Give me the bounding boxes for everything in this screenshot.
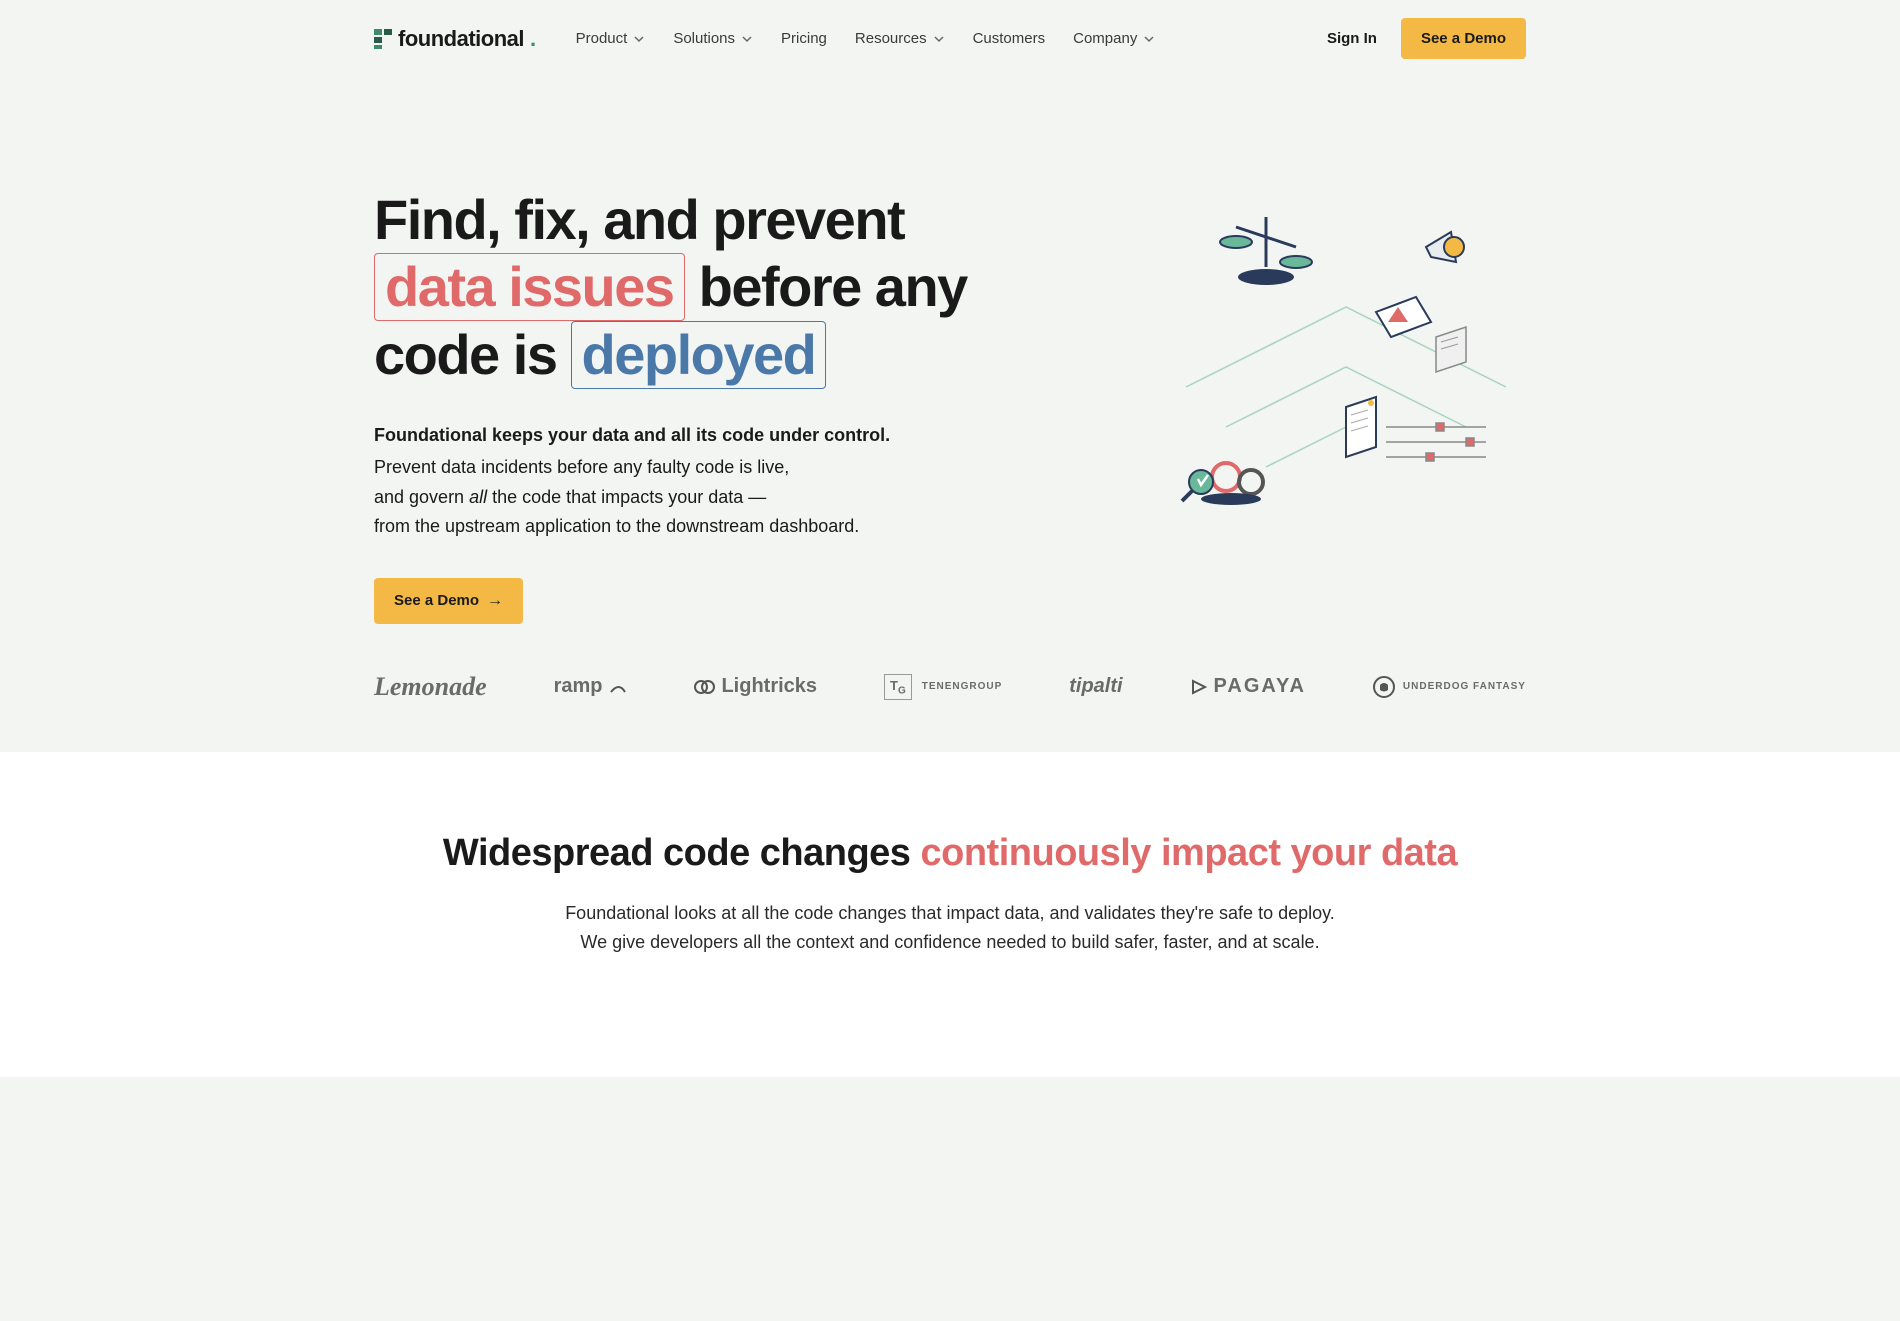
pagaya-icon: [1190, 678, 1208, 696]
lightricks-icon: [693, 676, 715, 698]
client-lightricks: Lightricks: [693, 675, 817, 698]
hero: Find, fix, and prevent data issues befor…: [374, 77, 1526, 624]
hero-headline: Find, fix, and prevent data issues befor…: [374, 187, 1023, 389]
hero-demo-button[interactable]: See a Demo →: [374, 578, 523, 624]
hero-text: Find, fix, and prevent data issues befor…: [374, 187, 1023, 624]
nav-product[interactable]: Product: [576, 30, 646, 47]
nav-company[interactable]: Company: [1073, 30, 1155, 47]
headline-highlight-blue: deployed: [571, 321, 827, 389]
client-ramp: ramp: [554, 675, 627, 698]
section-code-changes: Widespread code changes continuously imp…: [0, 752, 1900, 1077]
nav-links: Product Solutions Pricing Resources: [576, 30, 1156, 47]
brand-logo[interactable]: foundational.: [374, 26, 536, 52]
subhead-bold: Foundational keeps your data and all its…: [374, 421, 1023, 451]
chevron-down-icon: [1143, 33, 1155, 45]
nav-pricing[interactable]: Pricing: [781, 30, 827, 47]
client-logos: Lemonade ramp Lightricks TG TENENGROUP t…: [374, 624, 1526, 712]
logo-icon: [374, 29, 392, 49]
nav-solutions[interactable]: Solutions: [673, 30, 753, 47]
section2-headline: Widespread code changes continuously imp…: [374, 832, 1526, 875]
tenengroup-box: TG: [884, 674, 912, 701]
nav-left: foundational. Product Solutions Pricing: [374, 26, 1155, 52]
nav-customers[interactable]: Customers: [973, 30, 1046, 47]
main-nav: foundational. Product Solutions Pricing: [374, 0, 1526, 77]
chevron-down-icon: [741, 33, 753, 45]
hero-subhead: Foundational keeps your data and all its…: [374, 421, 1023, 542]
underdog-icon: [1373, 676, 1395, 698]
nav-resources[interactable]: Resources: [855, 30, 945, 47]
client-tenengroup: TG TENENGROUP: [884, 674, 1002, 701]
chevron-down-icon: [933, 33, 945, 45]
nav-right: Sign In See a Demo: [1327, 18, 1526, 59]
ramp-icon: [609, 680, 627, 694]
client-lemonade: Lemonade: [374, 672, 487, 702]
sign-in-link[interactable]: Sign In: [1327, 30, 1377, 47]
client-tipalti: tipalti: [1069, 675, 1122, 698]
chevron-down-icon: [633, 33, 645, 45]
hero-illustration: [1063, 187, 1526, 527]
client-pagaya: PAGAYA: [1190, 675, 1306, 698]
brand-name: foundational: [398, 26, 524, 52]
client-underdog: UNDERDOG FANTASY: [1373, 676, 1526, 698]
isometric-illustration: [1166, 187, 1526, 527]
headline-highlight-red: data issues: [374, 253, 685, 321]
arrow-right-icon: →: [487, 592, 503, 610]
logo-dot: .: [530, 26, 536, 52]
nav-demo-button[interactable]: See a Demo: [1401, 18, 1526, 59]
section2-description: Foundational looks at all the code chang…: [560, 899, 1340, 957]
